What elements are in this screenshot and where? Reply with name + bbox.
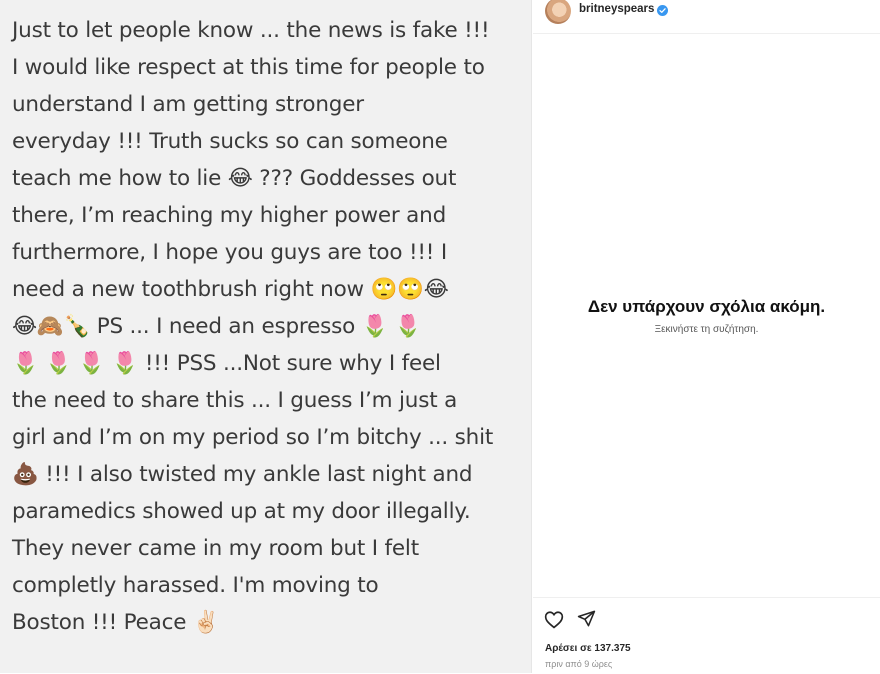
post-text-line: Just to let people know ... the news is … bbox=[12, 18, 490, 43]
post-text-line: everyday !!! Truth sucks so can someone bbox=[12, 129, 448, 154]
post-text-line: need a new toothbrush right now 🙄🙄😂 bbox=[12, 277, 449, 302]
post-header: britneyspears bbox=[533, 0, 880, 34]
no-comments-title: Δεν υπάρχουν σχόλια ακόμη. bbox=[587, 297, 826, 316]
post-text-line: furthermore, I hope you guys are too !!!… bbox=[12, 240, 447, 265]
post-text-line: paramedics showed up at my door illegall… bbox=[12, 499, 471, 524]
post-timestamp[interactable]: πριν από 9 ώρες bbox=[545, 659, 612, 669]
post-text-line: I would like respect at this time for pe… bbox=[12, 55, 485, 80]
verified-badge-icon bbox=[657, 3, 668, 21]
post-text-line: teach me how to lie 😂 ??? Goddesses out bbox=[12, 166, 457, 191]
post-text-line: girl and I’m on my period so I’m bitchy … bbox=[12, 425, 494, 450]
post-actions: Αρέσει σε 137.375 πριν από 9 ώρες bbox=[533, 597, 880, 674]
paper-plane-icon[interactable] bbox=[577, 609, 596, 633]
post-text-line: 💩 !!! I also twisted my ankle last night… bbox=[12, 462, 473, 487]
post-text-line: They never came in my room but I felt bbox=[12, 536, 419, 561]
post-text-line: Boston !!! Peace ✌🏻 bbox=[12, 610, 220, 635]
post-text-line: 😂🙈🍾 PS ... I need an espresso 🌷 🌷 bbox=[12, 314, 422, 339]
post-text-line: completly harassed. I'm moving to bbox=[12, 573, 379, 598]
post-image: Just to let people know ... the news is … bbox=[0, 0, 532, 673]
start-conversation-text: Ξεκινήστε τη συζήτηση. bbox=[654, 324, 759, 335]
post-caption-text: Just to let people know ... the news is … bbox=[12, 12, 522, 641]
post-text-line: 🌷 🌷 🌷 🌷 !!! PSS ...Not sure why I feel bbox=[12, 351, 441, 376]
side-panel: britneyspears Δεν υπάρχουν σχόλια ακόμη.… bbox=[533, 0, 880, 673]
profile-avatar[interactable] bbox=[545, 0, 571, 24]
username-link[interactable]: britneyspears bbox=[579, 3, 654, 15]
post-text-line: understand I am getting stronger bbox=[12, 92, 364, 117]
heart-icon[interactable] bbox=[544, 610, 564, 634]
post-text-line: the need to share this ... I guess I’m j… bbox=[12, 388, 458, 413]
post-text-line: there, I’m reaching my higher power and bbox=[12, 203, 447, 228]
likes-count[interactable]: Αρέσει σε 137.375 bbox=[545, 643, 631, 654]
